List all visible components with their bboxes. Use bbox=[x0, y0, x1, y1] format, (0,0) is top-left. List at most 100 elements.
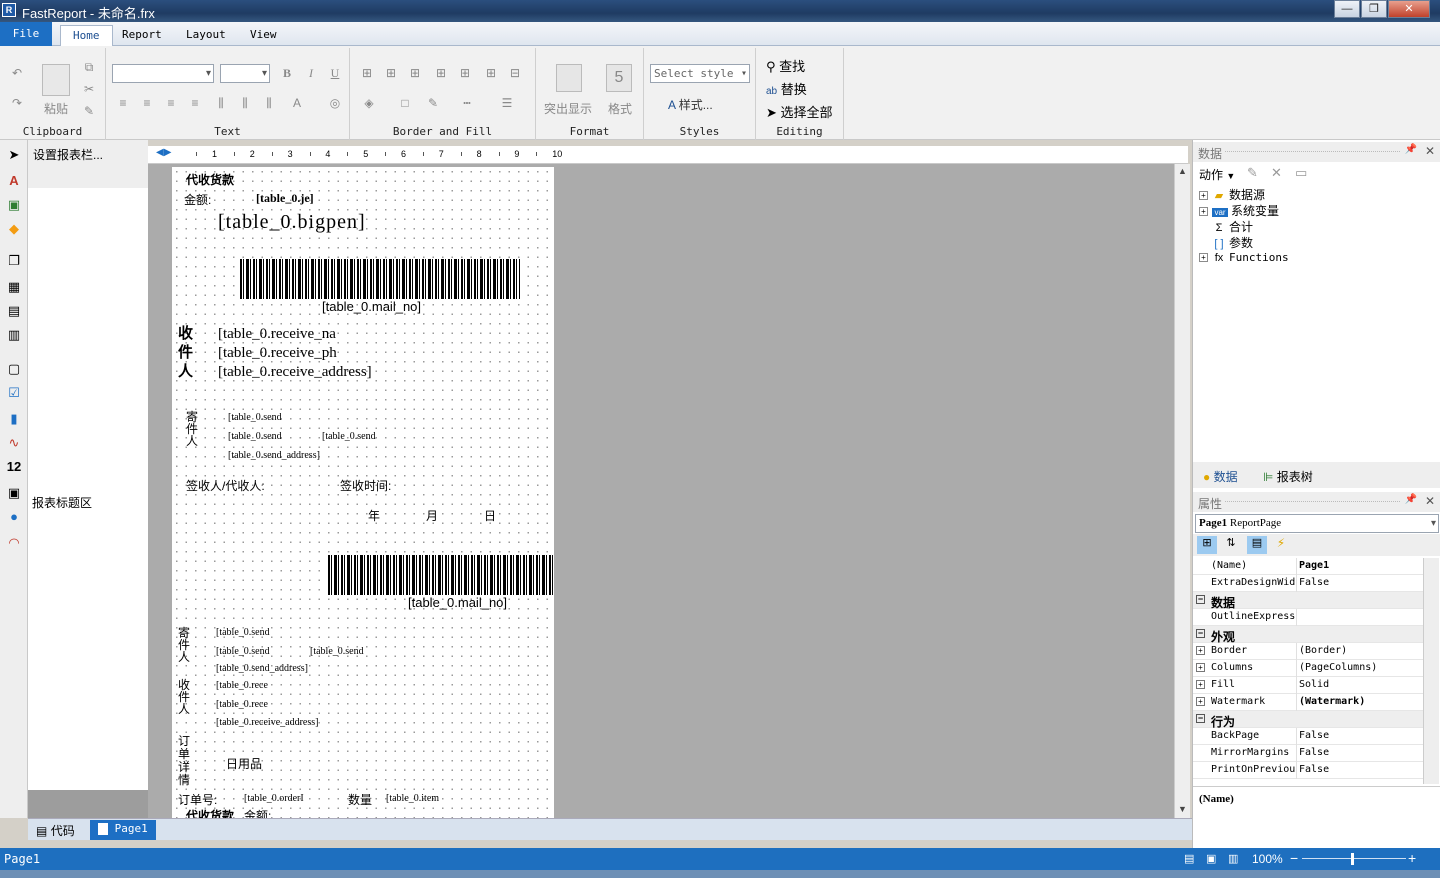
amount-label-2[interactable]: 金额: bbox=[244, 807, 271, 818]
barcode-icon[interactable]: ▥ bbox=[5, 326, 23, 344]
zoom-slider-track[interactable] bbox=[1302, 858, 1406, 859]
undo-icon[interactable]: ↶ bbox=[8, 64, 26, 82]
chart-icon[interactable]: ▮ bbox=[5, 410, 23, 428]
configure-bands-button[interactable]: 设置报表栏... bbox=[28, 140, 148, 166]
month-label[interactable]: 月 bbox=[426, 507, 438, 524]
tree-item[interactable]: + var 系统变量 bbox=[1199, 202, 1279, 219]
scroll-down-icon[interactable]: ▼ bbox=[1178, 804, 1187, 814]
collapse-icon[interactable]: − bbox=[1196, 595, 1205, 604]
collapse-icon[interactable]: − bbox=[1196, 629, 1205, 638]
receiver-vertical-label[interactable]: 收件人 bbox=[178, 325, 193, 382]
replace-button[interactable]: ab 替换 bbox=[766, 79, 807, 98]
delete-icon[interactable]: ✕ bbox=[1271, 165, 1282, 181]
border-right-icon[interactable]: ⊞ bbox=[432, 64, 450, 82]
align-center-icon[interactable]: ≡ bbox=[138, 94, 156, 112]
sender-vertical-label[interactable]: 寄件人 bbox=[186, 411, 198, 447]
property-value[interactable]: (PageColumns) bbox=[1299, 662, 1377, 673]
richtext-icon[interactable]: ▢ bbox=[5, 360, 23, 378]
property-category[interactable]: − 数据 bbox=[1193, 592, 1423, 610]
paste-icon[interactable] bbox=[42, 64, 70, 96]
border-shadow-icon[interactable]: ⊟ bbox=[506, 64, 524, 82]
zoom-slider-thumb[interactable] bbox=[1351, 853, 1354, 865]
map-icon[interactable]: ● bbox=[5, 508, 23, 526]
properties-icon[interactable]: ▭ bbox=[1295, 165, 1307, 181]
ruler-handle-icon[interactable]: ◀▶ bbox=[156, 147, 171, 158]
barcode-1[interactable] bbox=[240, 259, 520, 299]
italic-button[interactable]: I bbox=[302, 64, 320, 82]
pointer-icon[interactable]: ➤ bbox=[5, 146, 23, 164]
qty-label[interactable]: 数量 bbox=[348, 791, 372, 808]
border-bottom-icon[interactable]: ⊞ bbox=[382, 64, 400, 82]
tab-report-tree[interactable]: ⊫ 报表树 bbox=[1263, 468, 1313, 485]
property-row[interactable]: BackPage False bbox=[1193, 728, 1423, 745]
highlight-format-icon[interactable] bbox=[556, 64, 582, 92]
property-value[interactable]: Solid bbox=[1299, 679, 1329, 690]
s2-send-field-3[interactable]: [table_0.send bbox=[310, 646, 364, 657]
font-name-combo[interactable] bbox=[112, 64, 214, 83]
view-width-icon[interactable]: ▥ bbox=[1228, 852, 1238, 865]
receiver2-vertical-label[interactable]: 收件人 bbox=[178, 679, 190, 715]
tab-report[interactable]: Report bbox=[110, 25, 174, 46]
valign-middle-icon[interactable]: ⫼ bbox=[236, 94, 254, 112]
expand-icon[interactable]: + bbox=[1196, 663, 1205, 672]
table-icon[interactable]: ▦ bbox=[5, 278, 23, 296]
sparkline-icon[interactable]: ∿ bbox=[5, 434, 23, 452]
receive-name-field[interactable]: [table_0.receive_na bbox=[218, 326, 336, 343]
collapse-icon[interactable]: − bbox=[1196, 714, 1205, 723]
property-value[interactable]: Page1 bbox=[1299, 560, 1329, 571]
pin-icon[interactable]: 📌 bbox=[1405, 144, 1417, 155]
order-no-label[interactable]: 订单号: bbox=[178, 791, 217, 808]
border-left-icon[interactable]: ⊞ bbox=[406, 64, 424, 82]
receive-address-field[interactable]: [table_0.receive_address] bbox=[218, 364, 372, 381]
receive-phone-field[interactable]: [table_0.receive_ph bbox=[218, 345, 337, 362]
view-normal-icon[interactable]: ▤ bbox=[1184, 852, 1194, 865]
align-left-icon[interactable]: ≡ bbox=[114, 94, 132, 112]
align-right-icon[interactable]: ≡ bbox=[162, 94, 180, 112]
sort-alpha-icon[interactable]: ⇅ bbox=[1221, 536, 1241, 554]
picture-icon[interactable]: ▣ bbox=[5, 196, 23, 214]
amount-field[interactable]: [table_0.je] bbox=[256, 191, 314, 206]
cod-title-2[interactable]: 代收货款 bbox=[186, 807, 234, 818]
close-button[interactable]: ✕ bbox=[1388, 0, 1430, 18]
close-panel-icon[interactable]: ✕ bbox=[1425, 494, 1435, 508]
paste-button[interactable]: 粘贴 bbox=[44, 100, 68, 117]
valign-bottom-icon[interactable]: ⫼ bbox=[260, 94, 278, 112]
property-row[interactable]: ExtraDesignWid False bbox=[1193, 575, 1423, 592]
highlight-icon[interactable]: ◎ bbox=[326, 94, 344, 112]
year-label[interactable]: 年 bbox=[368, 507, 380, 524]
cut-icon[interactable]: ✂ bbox=[80, 80, 98, 98]
zipcode-icon[interactable]: 12 bbox=[5, 458, 23, 476]
subreport-icon[interactable]: ❐ bbox=[5, 252, 23, 270]
matrix-icon[interactable]: ▤ bbox=[5, 302, 23, 320]
expand-icon[interactable]: + bbox=[1196, 680, 1205, 689]
tab-view[interactable]: View bbox=[238, 25, 289, 46]
day-label[interactable]: 日 bbox=[484, 507, 496, 524]
checkbox-icon[interactable]: ☑ bbox=[5, 384, 23, 402]
format-button[interactable]: 格式 bbox=[608, 100, 632, 117]
fill-color-icon[interactable]: ◈ bbox=[360, 94, 378, 112]
property-row[interactable]: OutlineExpress bbox=[1193, 609, 1423, 626]
font-size-combo[interactable] bbox=[220, 64, 270, 83]
property-value[interactable]: False bbox=[1299, 577, 1329, 588]
copy-icon[interactable]: ⧉ bbox=[80, 58, 98, 76]
property-category[interactable]: − 行为 bbox=[1193, 711, 1423, 729]
cellular-text-icon[interactable]: ▣ bbox=[5, 484, 23, 502]
tree-item[interactable]: + ▰ 数据源 bbox=[1199, 186, 1265, 203]
property-row[interactable]: + Fill Solid bbox=[1193, 677, 1423, 694]
s2-send-field-1[interactable]: [table_0.send bbox=[216, 627, 270, 638]
design-canvas[interactable]: 代收货款 金额: [table_0.je] [table_0.bigpen] [… bbox=[148, 164, 1174, 818]
line-width-icon[interactable]: ☰ bbox=[498, 94, 516, 112]
maximize-button[interactable]: ❐ bbox=[1361, 0, 1387, 18]
find-button[interactable]: ⚲ 查找 bbox=[766, 56, 805, 75]
tab-page1[interactable]: Page1 bbox=[90, 820, 156, 840]
property-row[interactable]: PrintOnPreviou False bbox=[1193, 762, 1423, 779]
valign-top-icon[interactable]: ⫼ bbox=[212, 94, 230, 112]
property-scrollbar[interactable] bbox=[1423, 558, 1439, 784]
property-row[interactable]: + Watermark (Watermark) bbox=[1193, 694, 1423, 711]
s2-send-field-2[interactable]: [table_0.send bbox=[216, 646, 270, 657]
expand-icon[interactable]: + bbox=[1199, 191, 1208, 201]
item-field[interactable]: [table_0.item bbox=[386, 793, 439, 804]
highlight-button[interactable]: 突出显示 bbox=[544, 100, 592, 117]
property-row[interactable]: (Name) Page1 bbox=[1193, 558, 1423, 575]
property-category[interactable]: − 外观 bbox=[1193, 626, 1423, 644]
